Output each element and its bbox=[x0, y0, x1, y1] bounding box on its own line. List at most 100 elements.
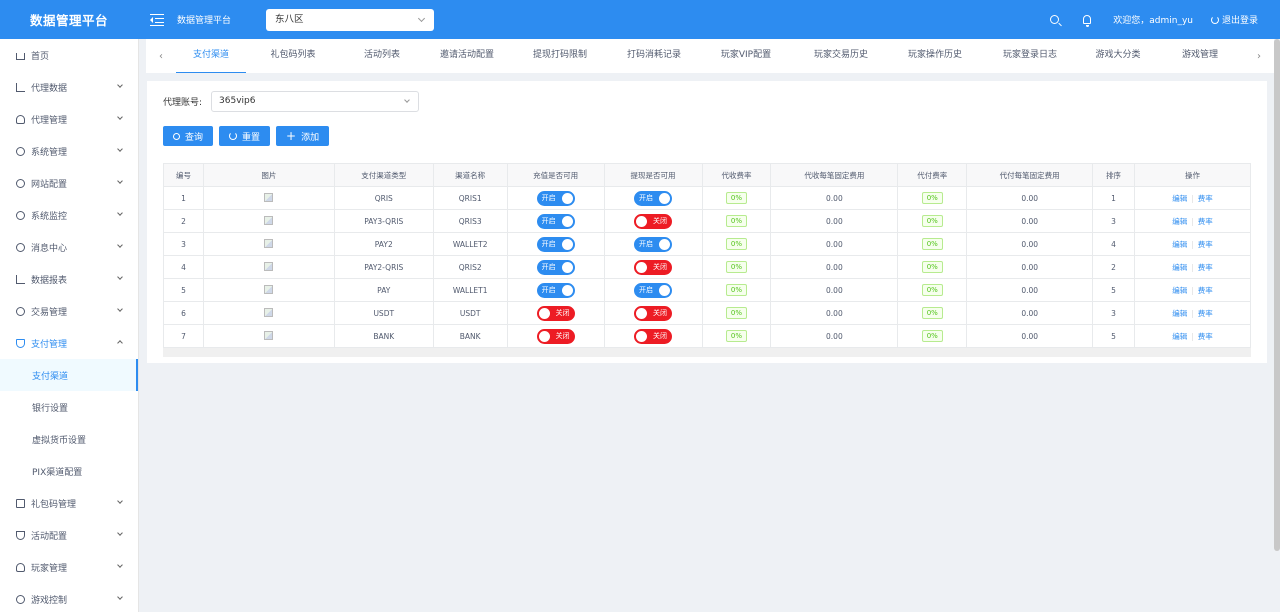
toggle-switch[interactable]: 关闭 bbox=[634, 305, 673, 321]
toggle-switch[interactable]: 关闭 bbox=[536, 305, 575, 321]
sidebar-item-reports[interactable]: 数据报表 bbox=[0, 263, 138, 295]
column-header: 代付费率 bbox=[897, 163, 968, 187]
column-header: 代收费率 bbox=[702, 163, 772, 187]
column-header: 代付每笔固定费用 bbox=[966, 163, 1094, 187]
chevron-down-icon bbox=[117, 530, 123, 536]
toggle-switch[interactable]: 开启 bbox=[634, 190, 673, 206]
cell-deposit: 开启 bbox=[507, 232, 605, 256]
sidebar-item-transactions[interactable]: 交易管理 bbox=[0, 295, 138, 327]
sidebar-item-label: 系统管理 bbox=[31, 147, 68, 158]
table-row: 5 PAY WALLET1 开启 开启 0% 0.00 0% 0.00 5 编辑 | 费率 bbox=[163, 278, 1251, 302]
top-right-actions: 欢迎您，admin_yu 退出登录 bbox=[1050, 0, 1280, 39]
tab-withdraw-limit[interactable]: 提现打码限制 bbox=[510, 39, 610, 73]
edit-link[interactable]: 编辑 bbox=[1172, 240, 1187, 249]
divider: | bbox=[1191, 193, 1194, 203]
menu-toggle-icon[interactable] bbox=[150, 13, 164, 26]
switch-label: 关闭 bbox=[653, 331, 668, 340]
edit-link[interactable]: 编辑 bbox=[1172, 332, 1187, 341]
toggle-switch[interactable]: 开启 bbox=[536, 213, 575, 229]
sidebar-item-agent-data[interactable]: 代理数据 bbox=[0, 71, 138, 103]
bell-icon[interactable] bbox=[1083, 15, 1092, 27]
sidebar-item-monitor[interactable]: 系统监控 bbox=[0, 199, 138, 231]
sidebar-item-players[interactable]: 玩家管理 bbox=[0, 551, 138, 583]
rate-link[interactable]: 费率 bbox=[1198, 332, 1213, 341]
switch-label: 关闭 bbox=[653, 308, 668, 317]
edit-link[interactable]: 编辑 bbox=[1172, 263, 1187, 272]
page-title: 数据管理平台 bbox=[177, 16, 232, 26]
cell-withdraw: 关闭 bbox=[604, 324, 703, 348]
rate-link[interactable]: 费率 bbox=[1198, 309, 1213, 318]
sidebar-item-bank-settings[interactable]: 银行设置 bbox=[0, 391, 138, 423]
timezone-select[interactable]: 东八区 bbox=[266, 9, 434, 31]
cell-collect-rate: 0% bbox=[702, 209, 772, 233]
tab-activity-list[interactable]: 活动列表 bbox=[340, 39, 424, 73]
table-row: 7 BANK BANK 关闭 关闭 0% 0.00 0% 0.00 5 编辑 | 费率 bbox=[163, 324, 1251, 348]
rate-link[interactable]: 费率 bbox=[1198, 217, 1213, 226]
rate-link[interactable]: 费率 bbox=[1198, 263, 1213, 272]
broken-image-icon bbox=[264, 284, 274, 294]
toggle-switch[interactable]: 关闭 bbox=[634, 328, 673, 344]
tab-scroll-right-icon[interactable]: › bbox=[1244, 51, 1274, 62]
reset-button[interactable]: 重置 bbox=[219, 126, 271, 146]
tab-scroll-left-icon[interactable]: ‹ bbox=[146, 51, 176, 62]
toggle-switch[interactable]: 开启 bbox=[536, 259, 575, 275]
toggle-switch[interactable]: 关闭 bbox=[634, 213, 673, 229]
toggle-switch[interactable]: 开启 bbox=[536, 282, 575, 298]
cell-type: PAY bbox=[334, 278, 434, 302]
edit-link[interactable]: 编辑 bbox=[1172, 217, 1187, 226]
toggle-switch[interactable]: 开启 bbox=[536, 190, 575, 206]
cell-pay-rate: 0% bbox=[897, 209, 968, 233]
sidebar-item-messages[interactable]: 消息中心 bbox=[0, 231, 138, 263]
toggle-switch[interactable]: 关闭 bbox=[634, 259, 673, 275]
toggle-switch[interactable]: 开启 bbox=[536, 236, 575, 252]
sidebar-item-activity[interactable]: 活动配置 bbox=[0, 519, 138, 551]
cell-id: 2 bbox=[163, 209, 204, 233]
query-button[interactable]: 查询 bbox=[163, 126, 214, 146]
sidebar-item-home[interactable]: 首页 bbox=[0, 39, 138, 71]
search-icon[interactable] bbox=[1050, 15, 1060, 24]
edit-link[interactable]: 编辑 bbox=[1172, 194, 1187, 203]
tab-player-login[interactable]: 玩家登录日志 bbox=[982, 39, 1078, 73]
tab-bet-consume[interactable]: 打码消耗记录 bbox=[610, 39, 698, 73]
toggle-switch[interactable]: 开启 bbox=[634, 282, 673, 298]
cell-pay-fee: 0.00 bbox=[966, 255, 1094, 279]
logout-button[interactable]: 退出登录 bbox=[1210, 13, 1258, 26]
sidebar-item-payment-channel[interactable]: 支付渠道 bbox=[0, 359, 138, 391]
sidebar-item-gift-code[interactable]: 礼包码管理 bbox=[0, 487, 138, 519]
toggle-switch[interactable]: 开启 bbox=[634, 236, 673, 252]
tab-gift-code-list[interactable]: 礼包码列表 bbox=[246, 39, 340, 73]
rate-link[interactable]: 费率 bbox=[1198, 194, 1213, 203]
add-button[interactable]: + 添加 bbox=[276, 126, 330, 146]
tab-payment-channel[interactable]: 支付渠道 bbox=[176, 39, 246, 73]
sidebar-item-system[interactable]: 系统管理 bbox=[0, 135, 138, 167]
chevron-down-icon bbox=[117, 146, 123, 152]
rate-link[interactable]: 费率 bbox=[1198, 286, 1213, 295]
sidebar-item-game-control[interactable]: 游戏控制 bbox=[0, 583, 138, 612]
edit-link[interactable]: 编辑 bbox=[1172, 286, 1187, 295]
tab-player-vip[interactable]: 玩家VIP配置 bbox=[698, 39, 794, 73]
table-horizontal-scrollbar[interactable] bbox=[163, 348, 1251, 357]
cell-withdraw: 关闭 bbox=[604, 301, 703, 325]
switch-label: 关闭 bbox=[653, 262, 668, 271]
switch-label: 开启 bbox=[639, 285, 654, 294]
tab-game-category[interactable]: 游戏大分类 bbox=[1078, 39, 1158, 73]
tab-game-manage[interactable]: 游戏管理 bbox=[1158, 39, 1242, 73]
cell-collect-rate: 0% bbox=[702, 324, 772, 348]
tab-invite-activity[interactable]: 邀请活动配置 bbox=[424, 39, 510, 73]
sidebar-item-pix-config[interactable]: PIX渠道配置 bbox=[0, 455, 138, 487]
toggle-switch[interactable]: 关闭 bbox=[536, 328, 575, 344]
page-scrollbar[interactable] bbox=[1274, 39, 1280, 551]
edit-link[interactable]: 编辑 bbox=[1172, 309, 1187, 318]
tab-player-operation[interactable]: 玩家操作历史 bbox=[888, 39, 982, 73]
agent-account-select[interactable]: 365vip6 bbox=[211, 91, 420, 112]
cell-name: WALLET1 bbox=[433, 278, 508, 302]
sidebar-item-crypto-settings[interactable]: 虚拟货币设置 bbox=[0, 423, 138, 455]
rate-link[interactable]: 费率 bbox=[1198, 240, 1213, 249]
switch-label: 关闭 bbox=[555, 308, 570, 317]
chevron-down-icon bbox=[117, 178, 123, 184]
sidebar-item-agent-manage[interactable]: 代理管理 bbox=[0, 103, 138, 135]
sidebar-item-payment[interactable]: 支付管理 bbox=[0, 327, 138, 359]
cell-id: 5 bbox=[163, 278, 204, 302]
sidebar-item-site-config[interactable]: 网站配置 bbox=[0, 167, 138, 199]
tab-player-transaction[interactable]: 玩家交易历史 bbox=[794, 39, 888, 73]
